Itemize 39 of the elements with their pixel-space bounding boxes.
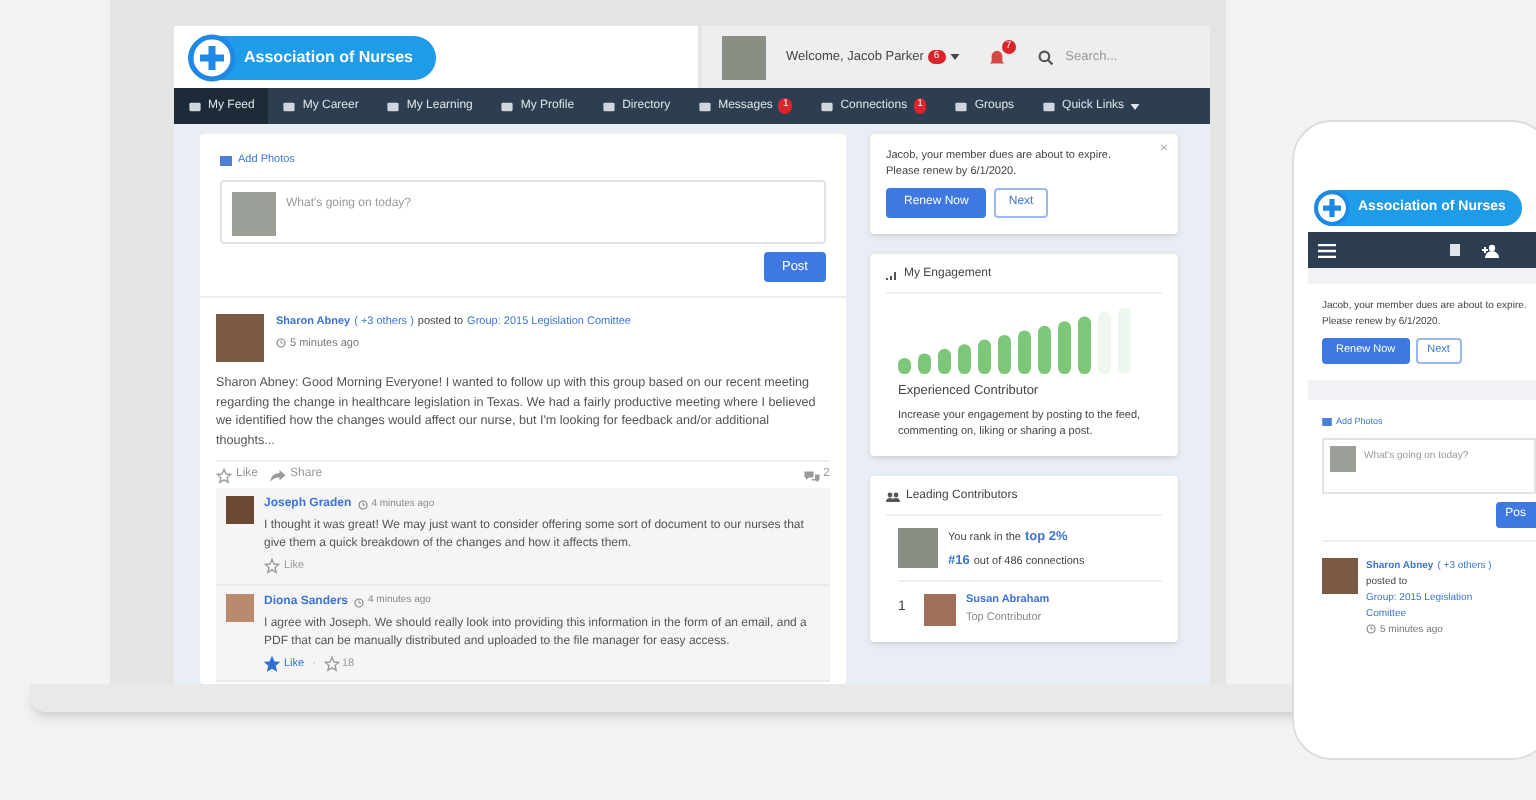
avatar-placeholder: [232, 192, 276, 237]
nav-icon: [1042, 99, 1057, 113]
comments-icon: [803, 469, 820, 482]
nav-icon: [188, 99, 202, 113]
avatar-placeholder: [722, 35, 766, 79]
signal-icon: [886, 270, 898, 280]
search-icon: [1037, 49, 1054, 65]
nav-icon: [954, 99, 969, 113]
image-icon: [220, 155, 232, 166]
plus-circle-icon: [188, 33, 236, 81]
nav-icon: [500, 99, 515, 113]
star-icon: [216, 467, 232, 484]
image-icon: [1322, 418, 1332, 427]
clock-icon: [357, 500, 368, 511]
nav-icon: [386, 99, 401, 113]
bell-icon[interactable]: [987, 47, 1006, 67]
add-user-icon[interactable]: [1482, 243, 1500, 257]
plus-circle-icon: [1314, 190, 1350, 226]
avatar-placeholder: [216, 314, 264, 363]
nav-icon: [282, 99, 297, 113]
avatar-placeholder: [1322, 557, 1358, 594]
clock-icon: [354, 597, 365, 607]
clock-icon: [1366, 624, 1376, 635]
avatar-placeholder: [226, 496, 254, 525]
avatar-placeholder: [226, 593, 254, 621]
clock-icon: [276, 338, 286, 349]
avatar-placeholder: [924, 593, 956, 625]
nav-icon: [820, 99, 835, 113]
nav-icon: [698, 99, 713, 113]
nav-icon: [602, 99, 617, 113]
share-icon: [270, 469, 287, 482]
star-count-icon: [323, 655, 340, 672]
avatar-placeholder: [898, 527, 938, 568]
avatar-placeholder: [1330, 445, 1356, 472]
logo[interactable]: Association of Nurses: [188, 35, 437, 79]
caret-icon: [949, 54, 960, 60]
menu-icon[interactable]: [1318, 243, 1336, 257]
group-icon: [886, 491, 900, 502]
document-icon[interactable]: [1448, 243, 1462, 257]
